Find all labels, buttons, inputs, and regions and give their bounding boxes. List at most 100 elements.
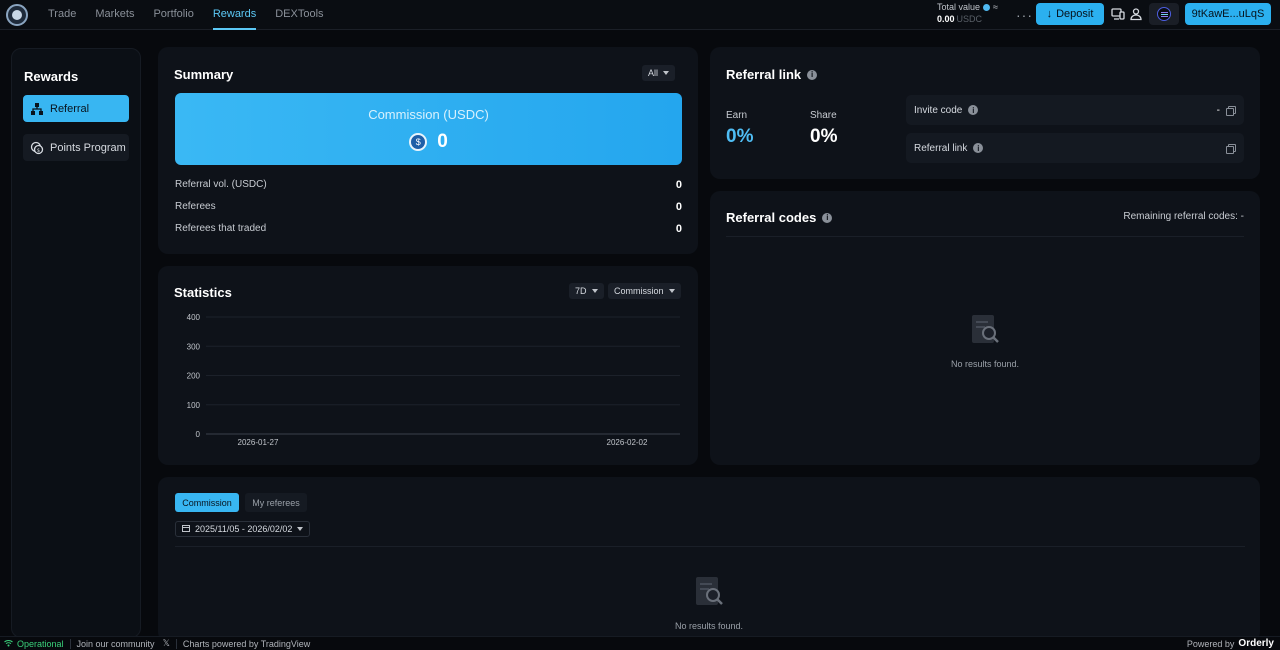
statistics-chart: 0 100 200 300 400 2026-01-27 2026-02-02 (187, 313, 680, 447)
summary-filter-dropdown[interactable]: All (642, 65, 676, 81)
chevron-down-icon (297, 527, 304, 531)
earn-value: 0% (726, 126, 754, 147)
tab-my-referees[interactable]: My referees (245, 493, 307, 512)
summary-row-referees-traded: Referees that traded 0 (175, 223, 682, 235)
invite-code-value: - (1216, 104, 1220, 116)
no-results-icon (972, 315, 999, 343)
y-tick-label: 400 (187, 313, 201, 322)
eye-icon[interactable] (983, 3, 991, 11)
referral-link-title: Referral link i (726, 67, 818, 82)
svg-text:$: $ (37, 148, 40, 154)
statistics-card: Statistics 7D Commission 0 100 200 300 400 20… (158, 266, 698, 465)
info-icon[interactable]: i (973, 143, 984, 153)
sidebar-title: Rewards (24, 69, 79, 84)
orderly-logo: Orderly (1238, 638, 1274, 649)
copy-icon[interactable] (1226, 144, 1236, 154)
date-range-dropdown[interactable]: 2025/11/05 - 2026/02/02 (175, 521, 311, 537)
statistics-range-value: 7D (575, 286, 587, 296)
status-operational[interactable]: Operational (4, 639, 64, 649)
referral-link-label: Referral link (914, 142, 968, 154)
status-text: Operational (17, 638, 64, 649)
rewards-sidebar: Rewards Referral $ Points Program (11, 48, 141, 638)
nav-dextools[interactable]: DEXTools (275, 0, 323, 30)
y-tick-label: 300 (187, 342, 201, 351)
y-tick-label: 200 (187, 372, 201, 381)
commission-label: Commission (USDC) (368, 107, 489, 122)
sidebar-item-points-program[interactable]: $ Points Program (23, 134, 129, 161)
statistics-metric-dropdown[interactable]: Commission (608, 283, 681, 299)
summary-title: Summary (174, 67, 234, 82)
commission-empty: No results found. (158, 573, 1260, 631)
referral-codes-empty: No results found. (710, 311, 1260, 369)
summary-row-referral-vol: Referral vol. (USDC) 0 (175, 179, 682, 191)
statistics-range-dropdown[interactable]: 7D (569, 283, 604, 299)
more-menu-icon[interactable]: ··· (1016, 7, 1033, 23)
summary-row-value: 0 (675, 223, 682, 235)
nav-rewards[interactable]: Rewards (212, 0, 257, 30)
summary-card: Summary All Commission (USDC) $ 0 Referr… (158, 47, 698, 254)
nav-trade[interactable]: Trade (48, 0, 76, 30)
solana-icon (1157, 7, 1171, 21)
commission-box: Commission (USDC) $ 0 (175, 93, 682, 165)
referral-codes-title: Referral codes i (726, 210, 833, 225)
chevron-down-icon (591, 289, 598, 293)
referral-link-title-text: Referral link (726, 67, 802, 82)
invite-code-label: Invite code (914, 104, 963, 116)
commission-history-card: Commission My referees 2025/11/05 - 2026… (158, 477, 1260, 642)
remaining-codes: Remaining referral codes: - (1123, 211, 1244, 222)
chevron-down-icon (663, 71, 670, 75)
powered-by-text: Powered by (1186, 638, 1235, 649)
summary-row-value: 0 (675, 179, 682, 191)
info-icon[interactable]: i (822, 212, 833, 223)
total-value-mask: ≈ (993, 2, 998, 12)
sidebar-item-label: Referral (50, 102, 90, 115)
nav-portfolio[interactable]: Portfolio (153, 0, 193, 30)
info-icon[interactable]: i (807, 69, 818, 80)
invite-code-row: Invite code i - (906, 95, 1244, 125)
y-tick-label: 0 (196, 430, 201, 439)
x-tick-label: 2026-01-27 (238, 438, 279, 447)
summary-row-label: Referees that traded (175, 223, 267, 234)
chain-selector[interactable] (1149, 3, 1179, 25)
no-results-icon (696, 577, 723, 605)
user-icon[interactable] (1129, 7, 1143, 21)
statistics-title: Statistics (174, 285, 232, 300)
empty-text: No results found. (674, 621, 744, 631)
charts-powered-text: Charts powered by TradingView (182, 638, 311, 649)
total-value-label: Total value (937, 2, 981, 12)
deposit-label: Deposit (1056, 8, 1094, 20)
x-tick-label: 2026-02-02 (607, 438, 648, 447)
y-tick-label: 100 (187, 401, 201, 410)
deposit-button[interactable]: ↓ Deposit (1036, 3, 1104, 25)
referral-tree-icon (30, 102, 44, 116)
community-link[interactable]: Join our community (77, 639, 155, 649)
arrow-down-icon: ↓ (1046, 8, 1053, 20)
x-twitter-icon[interactable]: 𝕏 (163, 638, 170, 649)
sidebar-item-label: Points Program (50, 141, 126, 154)
referral-link-row: Referral link i (906, 133, 1244, 163)
total-value-amount: 0.00 (937, 14, 955, 24)
tab-commission[interactable]: Commission (175, 493, 239, 512)
nav-markets[interactable]: Markets (95, 0, 134, 30)
footer: Operational Join our community 𝕏 Charts … (0, 636, 1280, 650)
summary-row-value: 0 (675, 201, 682, 213)
summary-filter-value: All (648, 68, 659, 78)
total-value-unit: USDC (956, 14, 983, 24)
calendar-icon (182, 524, 190, 534)
info-icon[interactable]: i (968, 105, 979, 115)
top-bar: Trade Markets Portfolio Rewards DEXTools… (0, 0, 1280, 30)
devices-icon[interactable] (1111, 7, 1125, 21)
summary-row-label: Referral vol. (USDC) (175, 179, 267, 190)
wallet-button[interactable]: 9tKawE...uLqS (1185, 3, 1271, 25)
sidebar-item-referral[interactable]: Referral (23, 95, 129, 122)
main-nav: Trade Markets Portfolio Rewards DEXTools (48, 0, 343, 30)
app-logo-icon[interactable] (6, 4, 28, 26)
statistics-metric-value: Commission (614, 286, 664, 296)
wifi-icon (4, 639, 13, 649)
total-value: Total value ≈ 0.00 USDC (937, 2, 998, 24)
chevron-down-icon (668, 289, 675, 293)
date-range-value: 2025/11/05 - 2026/02/02 (195, 524, 293, 534)
referral-codes-title-text: Referral codes (726, 210, 817, 225)
summary-row-referees: Referees 0 (175, 201, 682, 213)
copy-icon[interactable] (1226, 106, 1236, 116)
